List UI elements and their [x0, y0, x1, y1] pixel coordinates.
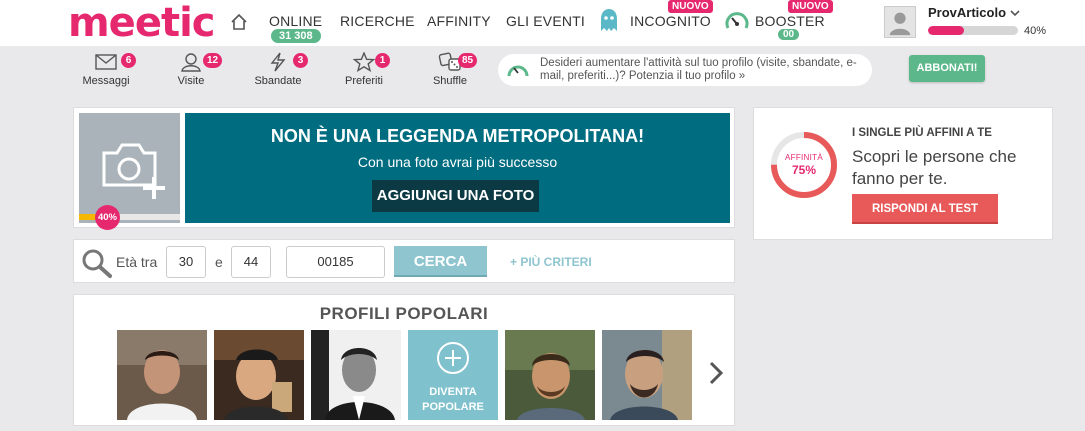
envelope-icon	[95, 54, 117, 70]
top-navigation-bar: meetic ONLINE 31 308 RICERCHE AFFINITY G…	[0, 0, 1085, 46]
chevron-right-icon[interactable]	[706, 360, 726, 386]
subnav-preferiti[interactable]: Preferiti	[324, 46, 404, 94]
user-avatar[interactable]	[884, 6, 916, 38]
sbandate-badge: 3	[293, 53, 308, 68]
avatar-silhouette-icon	[885, 7, 915, 37]
username[interactable]: ProvArticolo	[928, 5, 1006, 20]
become-popular-label: DIVENTA POPOLARE	[408, 385, 498, 415]
age-min-field[interactable]: 30	[166, 246, 206, 278]
nav-ricerche[interactable]: RICERCHE	[340, 13, 415, 29]
search-button[interactable]: CERCA	[394, 246, 487, 277]
more-criteria-link[interactable]: + PIÙ CRITERI	[510, 255, 592, 269]
camera-plus-icon	[102, 143, 165, 199]
become-popular-tile[interactable]: DIVENTA POPOLARE	[408, 330, 498, 420]
meetic-logo[interactable]: meetic	[68, 0, 216, 46]
popular-profile-photo[interactable]	[311, 330, 401, 420]
age-range-label: Età tra	[116, 254, 158, 270]
photo-placeholder[interactable]	[79, 113, 180, 223]
subscribe-button[interactable]: ABBONATI!	[909, 55, 985, 82]
promo-text: Desideri aumentare l'attività sul tuo pr…	[540, 57, 857, 82]
popular-profile-photo[interactable]	[505, 330, 595, 420]
preferiti-badge: 1	[375, 53, 390, 68]
nav-booster[interactable]: BOOSTER	[755, 13, 825, 29]
profile-photo-image	[602, 330, 692, 420]
popular-profiles-card: PROFILI POPOLARI DIVENTA POPOLARE	[73, 294, 735, 426]
subnav-visite[interactable]: Visite	[151, 46, 231, 94]
become-popular-line-1: DIVENTA	[429, 386, 477, 398]
popular-profile-photo[interactable]	[214, 330, 304, 420]
logo-text-part-2: etic	[134, 0, 216, 46]
profile-completion-fill	[928, 26, 964, 35]
age-and-label: e	[215, 254, 223, 270]
visite-badge: 12	[203, 53, 223, 68]
profile-completion-label: 40%	[1024, 25, 1047, 37]
nav-incognito[interactable]: INCOGNITO	[630, 13, 711, 29]
incognito-new-badge: NUOVO	[668, 0, 713, 13]
affinity-text: Scopri le persone che fanno per te.	[852, 147, 1017, 188]
profile-completion-bar	[928, 26, 1018, 35]
online-count-badge: 31 308	[271, 29, 321, 43]
logo-text-part-1: me	[68, 0, 136, 46]
booster-gauge-icon	[507, 65, 529, 77]
subnav-label: Preferiti	[345, 75, 383, 87]
affinity-heading: I SINGLE PIÙ AFFINI A TE	[852, 127, 992, 139]
add-photo-button[interactable]: AGGIUNGI UNA FOTO	[372, 180, 539, 212]
booster-new-badge: NUOVO	[788, 0, 833, 13]
take-test-button[interactable]: RISPONDI AL TEST	[852, 194, 998, 224]
ghost-icon[interactable]	[598, 7, 620, 33]
profile-photo-image	[311, 330, 401, 420]
profile-photo-image	[117, 330, 207, 420]
user-icon	[181, 53, 201, 72]
subnav-label: Messaggi	[82, 75, 130, 87]
photo-banner: NON È UNA LEGGENDA METROPOLITANA! Con un…	[185, 113, 730, 223]
affinity-ring-label: AFFINITÀ	[785, 153, 823, 162]
lightning-icon	[270, 52, 286, 72]
search-icon	[82, 249, 112, 278]
photo-progress-label: 40%	[95, 205, 120, 230]
nav-online[interactable]: ONLINE	[269, 13, 322, 29]
subnav-messaggi[interactable]: Messaggi	[66, 46, 146, 94]
plus-circle-icon	[437, 342, 469, 374]
become-popular-line-2: POPOLARE	[422, 401, 484, 413]
messaggi-badge: 6	[121, 53, 136, 68]
subnav-label: Shuffle	[432, 75, 468, 87]
chevron-down-icon[interactable]	[1010, 8, 1020, 18]
profile-photo-image	[214, 330, 304, 420]
booster-count-badge: 00	[778, 29, 800, 40]
profile-photo-image	[505, 330, 595, 420]
shuffle-badge: 85	[458, 53, 478, 68]
star-icon	[352, 52, 376, 72]
boost-promo-banner[interactable]: Desideri aumentare l'attività sul tuo pr…	[498, 54, 872, 86]
home-icon[interactable]	[229, 12, 249, 32]
subnav-shuffle[interactable]: Shuffle	[410, 46, 490, 94]
nav-affinity[interactable]: AFFINITY	[427, 13, 491, 29]
nav-eventi[interactable]: GLI EVENTI	[506, 13, 585, 29]
popular-profile-photo[interactable]	[117, 330, 207, 420]
banner-title: NON È UNA LEGGENDA METROPOLITANA!	[270, 126, 645, 146]
subnav-label: Sbandate	[254, 75, 302, 87]
add-photo-card: 40% NON È UNA LEGGENDA METROPOLITANA! Co…	[73, 107, 735, 230]
popular-profile-photo[interactable]	[602, 330, 692, 420]
affinity-ring-percent: 75%	[791, 163, 817, 177]
subnav-label: Visite	[177, 75, 205, 87]
age-max-field[interactable]: 44	[231, 246, 271, 278]
affinity-card: AFFINITÀ 75% I SINGLE PIÙ AFFINI A TE Sc…	[753, 107, 1053, 240]
popular-profiles-title: PROFILI POPOLARI	[319, 304, 489, 323]
banner-subtitle: Con una foto avrai più successo	[357, 154, 558, 170]
quick-search-card: Età tra 30 e 44 00185 CERCA + PIÙ CRITER…	[73, 239, 735, 283]
postal-code-field[interactable]: 00185	[286, 246, 385, 278]
booster-gauge-icon[interactable]	[724, 9, 750, 35]
subnav-sbandate[interactable]: Sbandate	[238, 46, 318, 94]
